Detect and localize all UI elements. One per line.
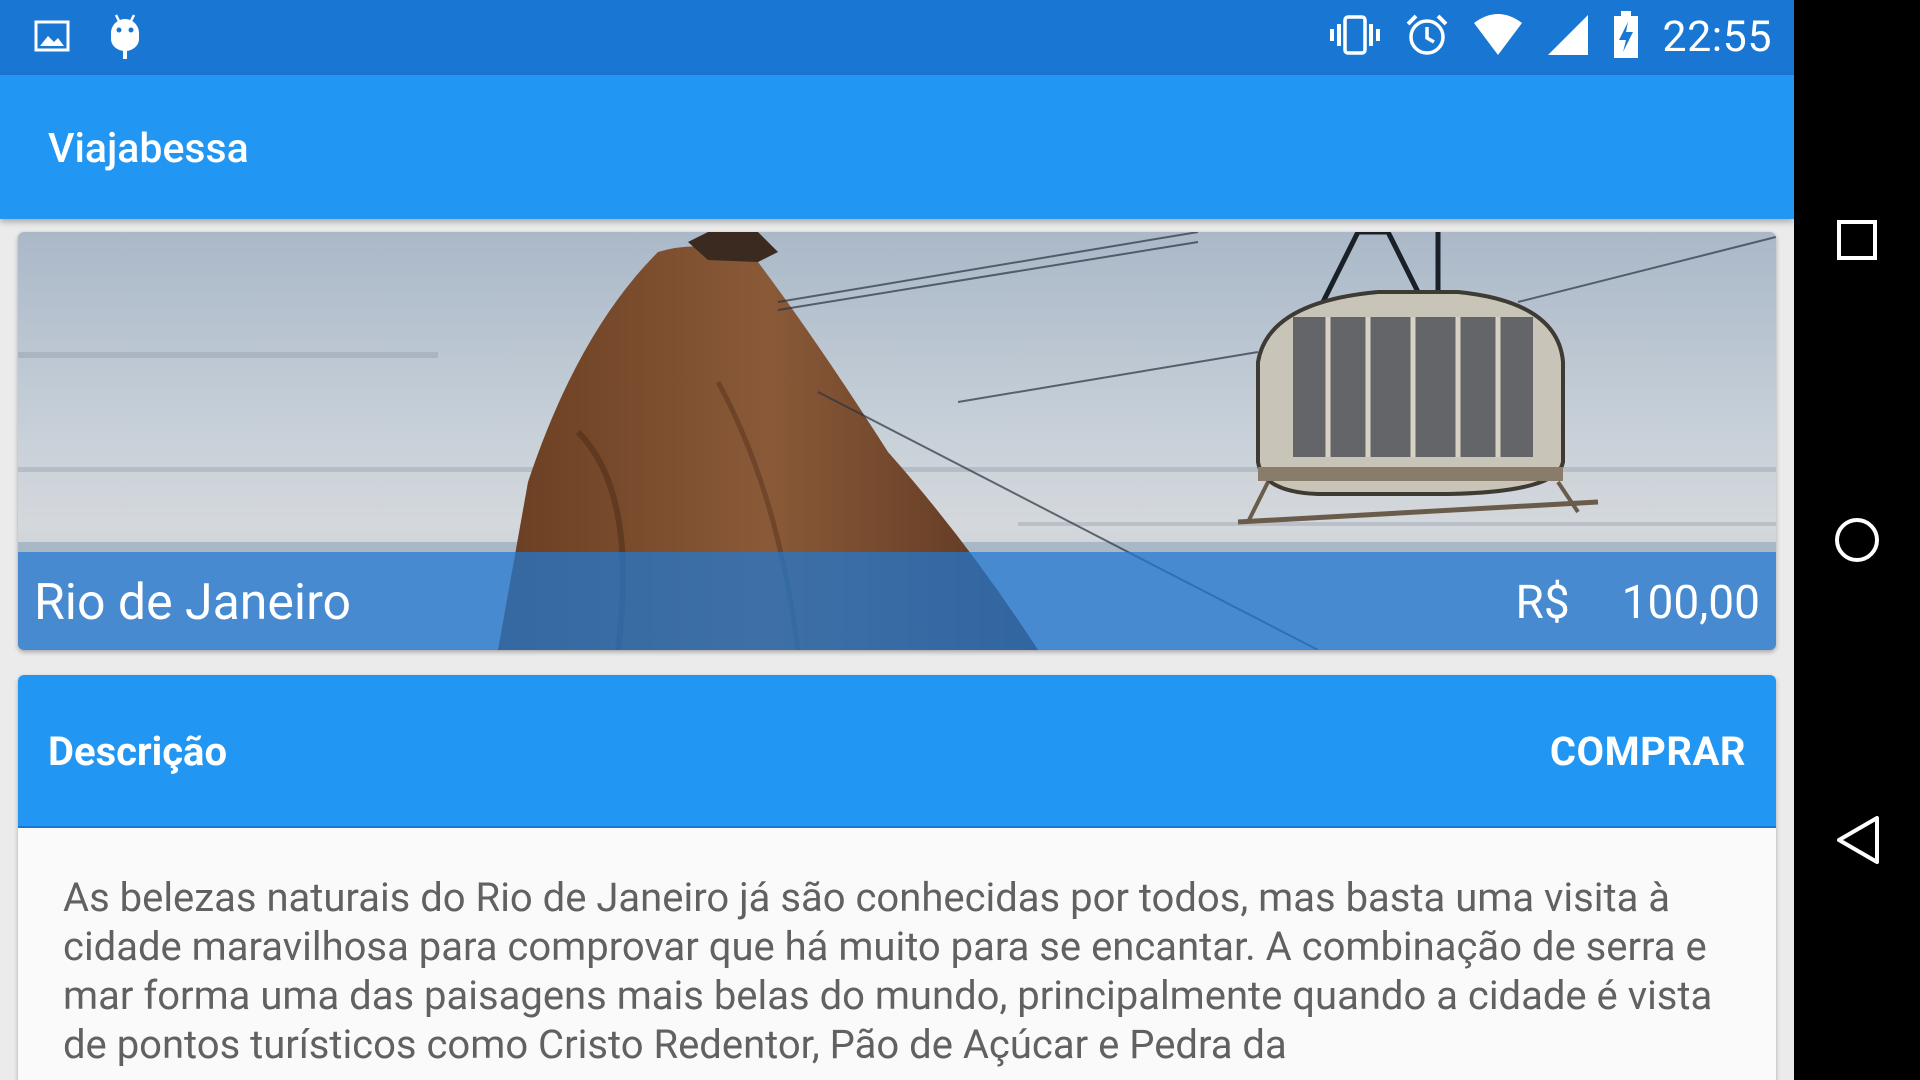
destination-name: Rio de Janeiro (34, 574, 352, 632)
image-icon (34, 19, 70, 57)
buy-button[interactable]: COMPRAR (1550, 728, 1746, 775)
vibrate-icon (1328, 13, 1382, 61)
app-bar: Viajabessa (0, 75, 1794, 219)
description-card: Descrição COMPRAR As belezas naturais do… (18, 675, 1776, 1080)
app-title: Viajabessa (48, 125, 249, 173)
status-bar: 22:55 (0, 0, 1794, 75)
destination-card[interactable]: Rio de Janeiro R$ 100,00 (18, 232, 1776, 650)
price-value: 100,00 (1621, 576, 1760, 630)
status-time: 22:55 (1662, 12, 1772, 62)
destination-info-bar: Rio de Janeiro R$ 100,00 (18, 552, 1776, 650)
description-text: As belezas naturais do Rio de Janeiro já… (63, 874, 1713, 1068)
wifi-icon (1472, 13, 1524, 61)
home-icon[interactable] (1794, 480, 1920, 600)
recents-icon[interactable] (1794, 180, 1920, 300)
description-title: Descrição (48, 728, 228, 775)
alarm-icon (1404, 12, 1450, 62)
android-icon (108, 13, 142, 63)
navigation-bar (1794, 0, 1920, 1080)
description-header: Descrição COMPRAR (18, 675, 1776, 828)
destination-price: R$ 100,00 (1515, 576, 1760, 630)
back-icon[interactable] (1794, 780, 1920, 900)
screen: 22:55 Viajabessa Rio de Janeiro R$ 100,0… (0, 0, 1794, 1080)
battery-charging-icon (1612, 10, 1640, 64)
status-left-icons (34, 14, 142, 62)
price-currency: R$ (1515, 576, 1570, 630)
status-right-icons: 22:55 (1328, 10, 1772, 64)
signal-icon (1546, 13, 1590, 61)
